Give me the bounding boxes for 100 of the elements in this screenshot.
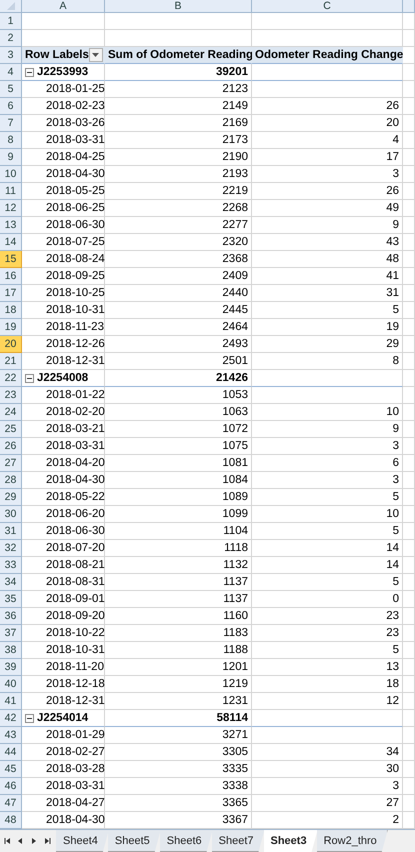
empty-cell[interactable]	[403, 676, 415, 693]
row-header[interactable]: 44	[0, 744, 22, 761]
empty-cell[interactable]	[403, 744, 415, 761]
row-header[interactable]: 20	[0, 336, 22, 353]
empty-cell[interactable]	[403, 268, 415, 285]
next-sheet-icon[interactable]	[30, 837, 38, 845]
row-header[interactable]: 13	[0, 217, 22, 234]
row-header[interactable]: 42	[0, 710, 22, 727]
row-header[interactable]: 35	[0, 591, 22, 608]
empty-cell[interactable]	[252, 13, 403, 30]
row-header[interactable]: 40	[0, 676, 22, 693]
row-header[interactable]: 6	[0, 98, 22, 115]
empty-cell[interactable]	[403, 523, 415, 540]
empty-cell[interactable]	[403, 404, 415, 421]
filter-dropdown-button[interactable]	[88, 48, 103, 62]
empty-cell[interactable]	[403, 251, 415, 268]
first-sheet-icon[interactable]	[4, 837, 12, 845]
row-header[interactable]: 28	[0, 472, 22, 489]
row-header[interactable]: 14	[0, 234, 22, 251]
row-header[interactable]: 46	[0, 778, 22, 795]
empty-cell[interactable]	[403, 98, 415, 115]
column-header[interactable]: B	[105, 0, 252, 13]
row-header[interactable]: 19	[0, 319, 22, 336]
empty-cell[interactable]	[403, 591, 415, 608]
row-header[interactable]: 26	[0, 438, 22, 455]
collapse-icon[interactable]	[25, 374, 34, 382]
column-header[interactable]: C	[252, 0, 403, 13]
empty-cell[interactable]	[403, 319, 415, 336]
row-header[interactable]: 9	[0, 149, 22, 166]
empty-cell[interactable]	[403, 217, 415, 234]
sheet-tab[interactable]: Sheet6	[160, 830, 213, 852]
previous-sheet-icon[interactable]	[17, 837, 25, 845]
row-header[interactable]: 4	[0, 64, 22, 81]
empty-cell[interactable]	[403, 472, 415, 489]
empty-cell[interactable]	[403, 336, 415, 353]
empty-cell[interactable]	[403, 642, 415, 659]
empty-cell[interactable]	[403, 795, 415, 812]
row-header[interactable]: 10	[0, 166, 22, 183]
row-header[interactable]: 22	[0, 370, 22, 387]
empty-cell[interactable]	[403, 693, 415, 710]
row-header[interactable]: 2	[0, 30, 22, 47]
empty-cell[interactable]	[105, 13, 252, 30]
empty-cell[interactable]	[403, 47, 415, 64]
empty-cell[interactable]	[403, 115, 415, 132]
empty-cell[interactable]	[252, 64, 403, 81]
row-header[interactable]: 23	[0, 387, 22, 404]
select-all-corner[interactable]	[0, 0, 22, 13]
row-header[interactable]: 7	[0, 115, 22, 132]
empty-cell[interactable]	[403, 200, 415, 217]
row-header[interactable]: 1	[0, 13, 22, 30]
row-header[interactable]: 30	[0, 506, 22, 523]
empty-cell[interactable]	[403, 64, 415, 81]
sheet-tab[interactable]: Sheet3	[264, 830, 318, 852]
row-header[interactable]: 29	[0, 489, 22, 506]
row-header[interactable]: 34	[0, 574, 22, 591]
row-header[interactable]: 25	[0, 421, 22, 438]
row-header[interactable]: 15	[0, 251, 22, 268]
empty-cell[interactable]	[403, 30, 415, 47]
empty-cell[interactable]	[403, 183, 415, 200]
empty-cell[interactable]	[252, 710, 403, 727]
sheet-tab[interactable]: Sheet5	[108, 830, 161, 852]
sheet-tab[interactable]: Row2_thro	[316, 830, 388, 852]
empty-cell[interactable]	[403, 387, 415, 404]
empty-cell[interactable]	[403, 506, 415, 523]
empty-cell[interactable]	[403, 302, 415, 319]
sheet-tab[interactable]: Sheet4	[56, 830, 109, 852]
empty-cell[interactable]	[403, 132, 415, 149]
last-sheet-icon[interactable]	[43, 837, 51, 845]
row-header[interactable]: 48	[0, 812, 22, 829]
collapse-icon[interactable]	[25, 714, 34, 722]
row-header[interactable]: 21	[0, 353, 22, 370]
row-header[interactable]: 27	[0, 455, 22, 472]
empty-cell[interactable]	[403, 149, 415, 166]
empty-cell[interactable]	[403, 421, 415, 438]
row-header[interactable]: 47	[0, 795, 22, 812]
empty-cell[interactable]	[403, 285, 415, 302]
column-header[interactable]	[403, 0, 415, 13]
row-header[interactable]: 12	[0, 200, 22, 217]
empty-cell[interactable]	[252, 81, 403, 98]
row-header[interactable]: 31	[0, 523, 22, 540]
row-header[interactable]: 38	[0, 642, 22, 659]
empty-cell[interactable]	[403, 438, 415, 455]
empty-cell[interactable]	[403, 761, 415, 778]
collapse-icon[interactable]	[25, 68, 34, 76]
row-header[interactable]: 41	[0, 693, 22, 710]
empty-cell[interactable]	[403, 455, 415, 472]
empty-cell[interactable]	[403, 574, 415, 591]
empty-cell[interactable]	[252, 387, 403, 404]
empty-cell[interactable]	[403, 234, 415, 251]
row-header[interactable]: 33	[0, 557, 22, 574]
empty-cell[interactable]	[403, 659, 415, 676]
row-header[interactable]: 8	[0, 132, 22, 149]
empty-cell[interactable]	[403, 778, 415, 795]
empty-cell[interactable]	[403, 370, 415, 387]
empty-cell[interactable]	[403, 540, 415, 557]
row-header[interactable]: 3	[0, 47, 22, 64]
empty-cell[interactable]	[403, 81, 415, 98]
row-header[interactable]: 17	[0, 285, 22, 302]
row-header[interactable]: 36	[0, 608, 22, 625]
row-header[interactable]: 11	[0, 183, 22, 200]
